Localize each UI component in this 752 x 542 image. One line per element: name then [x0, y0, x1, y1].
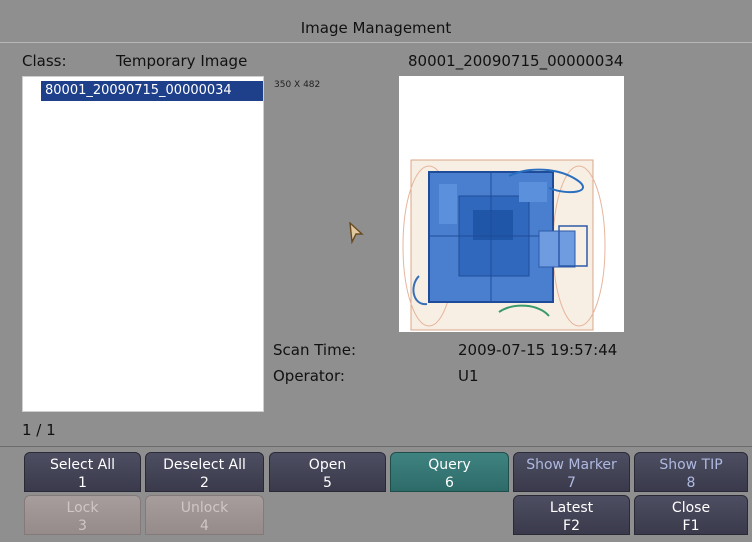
select-all-shortcut: 1	[78, 475, 87, 491]
scan-time-value: 2009-07-15 19:57:44	[458, 341, 618, 359]
lock-button[interactable]: Lock 3	[24, 495, 141, 535]
unlock-label: Unlock	[180, 500, 229, 516]
query-shortcut: 6	[445, 475, 454, 491]
scan-time-label: Scan Time:	[273, 341, 356, 359]
show-tip-label: Show TIP	[659, 457, 723, 473]
class-value[interactable]: Temporary Image	[116, 50, 247, 72]
deselect-all-shortcut: 2	[200, 475, 209, 491]
close-shortcut: F1	[682, 518, 700, 534]
query-label: Query	[428, 457, 471, 473]
image-dimensions-label: 350 X 482	[274, 80, 321, 90]
class-row: Class: Temporary Image 80001_20090715_00…	[0, 50, 752, 72]
select-all-button[interactable]: Select All 1	[24, 452, 141, 492]
lock-shortcut: 3	[78, 518, 87, 534]
window-title: Image Management	[0, 14, 752, 43]
page-counter: 1 / 1	[22, 421, 56, 439]
list-item[interactable]: 80001_20090715_00000034	[41, 81, 263, 101]
unlock-button[interactable]: Unlock 4	[145, 495, 264, 535]
toolbar-divider	[0, 446, 752, 447]
lock-label: Lock	[66, 500, 99, 516]
xray-scan-image	[402, 159, 606, 331]
open-label: Open	[308, 457, 347, 473]
show-tip-button[interactable]: Show TIP 8	[634, 452, 748, 492]
class-label: Class:	[22, 52, 67, 70]
deselect-all-label: Deselect All	[163, 457, 246, 473]
operator-label: Operator:	[273, 367, 345, 385]
select-all-label: Select All	[50, 457, 115, 473]
xray-image-preview[interactable]	[399, 76, 624, 332]
latest-button[interactable]: Latest F2	[513, 495, 630, 535]
open-button[interactable]: Open 5	[269, 452, 386, 492]
deselect-all-button[interactable]: Deselect All 2	[145, 452, 264, 492]
latest-label: Latest	[549, 500, 594, 516]
latest-shortcut: F2	[563, 518, 580, 534]
close-label: Close	[671, 500, 711, 516]
mouse-cursor-icon	[349, 222, 364, 244]
show-tip-shortcut: 8	[686, 475, 696, 491]
query-button[interactable]: Query 6	[390, 452, 509, 492]
operator-value: U1	[458, 367, 479, 385]
close-button[interactable]: Close F1	[634, 495, 748, 535]
show-marker-button[interactable]: Show Marker 7	[513, 452, 630, 492]
show-marker-shortcut: 7	[567, 475, 576, 491]
unlock-shortcut: 4	[200, 518, 209, 534]
show-marker-label: Show Marker	[526, 457, 617, 473]
image-list[interactable]: 80001_20090715_00000034	[22, 76, 264, 412]
selected-image-name: 80001_20090715_00000034	[408, 52, 624, 70]
open-shortcut: 5	[323, 475, 332, 491]
